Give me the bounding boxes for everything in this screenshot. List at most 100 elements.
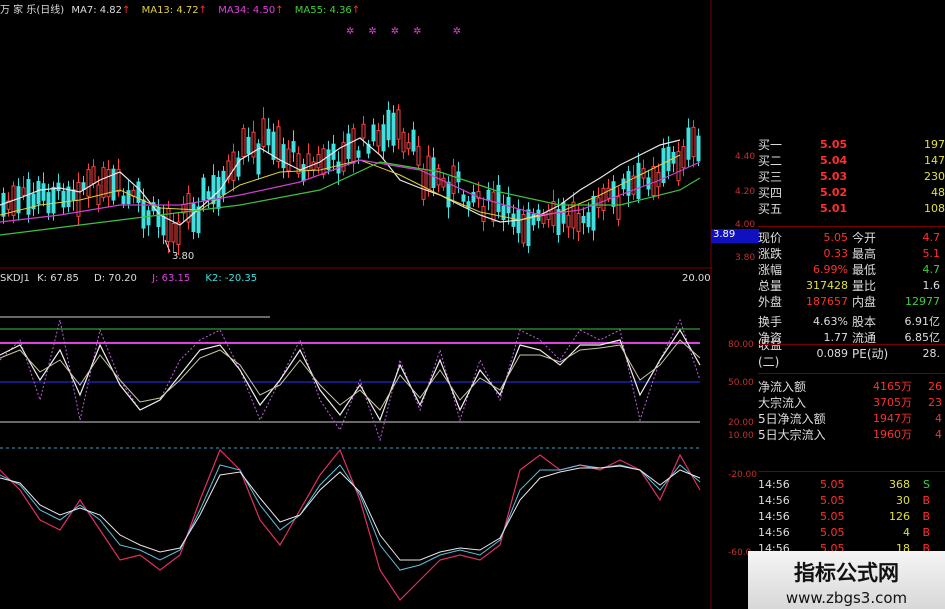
flow-extra: 4 [935,427,942,441]
price-axis-420: 4.20 [735,187,756,197]
candle-body [431,157,436,189]
candle-body [666,146,671,172]
candle-body [496,184,501,213]
stat-value: 5.05 [823,230,849,244]
tick-vol: 30 [896,493,910,507]
stat-value-2: 6.91亿 [904,315,941,328]
candle-body [386,109,391,141]
stat-value-2: 4.7 [922,230,941,244]
ob-vol: 197 [924,137,945,151]
candle-body [231,151,236,181]
flow-extra: 23 [928,395,942,409]
candle-body [321,148,326,176]
candle-body [696,135,701,162]
candle-body [686,127,691,160]
candle-body [566,214,571,228]
flow-extra: 4 [935,411,942,425]
right-divider-3 [758,373,945,374]
stat-value-2: 6.85亿 [904,331,941,344]
flow-value: 3705万 [873,396,912,409]
candle-body [411,129,416,152]
candle-body [301,164,306,182]
right-divider-2 [758,344,945,345]
candle-body [241,128,246,157]
candle-body [201,177,206,201]
candle-body [26,179,31,215]
stat-label: 收益(二) [758,338,783,369]
order-book-row: 买一 5.05 197 [758,136,945,152]
ma34-label: MA34: 4.50 [218,5,276,16]
stat-value: 317428 [806,278,848,292]
candle-body [276,126,281,163]
candle-body [421,168,426,200]
candle-body [396,109,401,140]
candle-body [356,150,361,158]
candle-body [51,186,56,214]
candle-body [311,161,316,171]
low-label: 3.80 [172,251,195,262]
candle-body [381,124,386,152]
candle-body [651,166,656,196]
flow-row: 大宗流入 3705万 23 [758,394,945,410]
candle-body [191,203,196,232]
candle-body [371,124,376,142]
stat-label: 现价 [758,230,783,245]
tick-row: 14:56 5.05 30 B [758,492,945,508]
stat-label-2: 量比 [852,278,877,293]
tick-time: 14:56 [758,509,790,523]
candle-body [171,222,176,243]
tick-vol: 126 [889,509,910,523]
stat-value: 187657 [806,294,848,308]
candle-body [461,194,466,202]
candle-body [86,169,91,197]
flow-label: 净流入额 [758,379,807,394]
tick-row: 14:56 5.05 4 B [758,524,945,540]
stats-row: 涨幅 6.99% 最低 4.7 [758,261,945,277]
candle-body [451,165,456,195]
stat-label: 换手 [758,314,783,329]
candle-body [591,195,596,231]
candle-body [506,196,511,214]
ma13-label: MA13: 4.72 [141,5,199,16]
candle-body [41,183,46,201]
order-book-row: 买三 5.03 230 [758,168,945,184]
flow-row: 净流入额 4165万 26 [758,378,945,394]
watermark-url: www.zbgs3.com [785,589,908,607]
stat-value-2: 12977 [905,294,940,308]
occlusion-box [270,279,675,324]
stat-value-2: 4.7 [922,262,941,276]
right-divider-1 [758,226,945,227]
ob-price: 5.04 [820,153,848,167]
candle-body [16,186,21,214]
watermark-title: 指标公式网 [794,561,899,585]
candle-body [351,128,356,164]
candle-body [326,149,331,171]
candle-body [576,212,581,232]
candle-body [56,182,61,192]
stat-label-2: 最低 [852,262,877,277]
candle-body [306,153,311,171]
candle-body [206,191,211,200]
ob-label: 买五 [758,201,783,216]
candle-body [261,118,266,148]
ob-vol: 48 [931,185,945,199]
tick-side: B [922,525,930,539]
price-axis-380: 3.80 [735,253,756,263]
kdj-level-neg20: -20.00 [728,470,758,480]
candle-body [291,141,296,153]
candle-body [376,130,381,147]
order-book-row: 买二 5.04 147 [758,152,945,168]
tick-vol: 4 [903,525,910,539]
stat-label-2: 今开 [852,230,877,245]
candle-body [266,128,271,146]
candle-body [141,199,146,229]
stat-value: 1.77 [823,330,849,344]
candle-body [446,181,451,208]
candle-body [146,210,151,226]
candle-body [691,126,696,158]
flow-value: 1947万 [873,412,912,425]
stat-value-2: 28. [922,346,941,360]
candle-body [81,182,86,190]
stat-label-2: 流通 [852,330,877,345]
candle-body [416,145,421,166]
